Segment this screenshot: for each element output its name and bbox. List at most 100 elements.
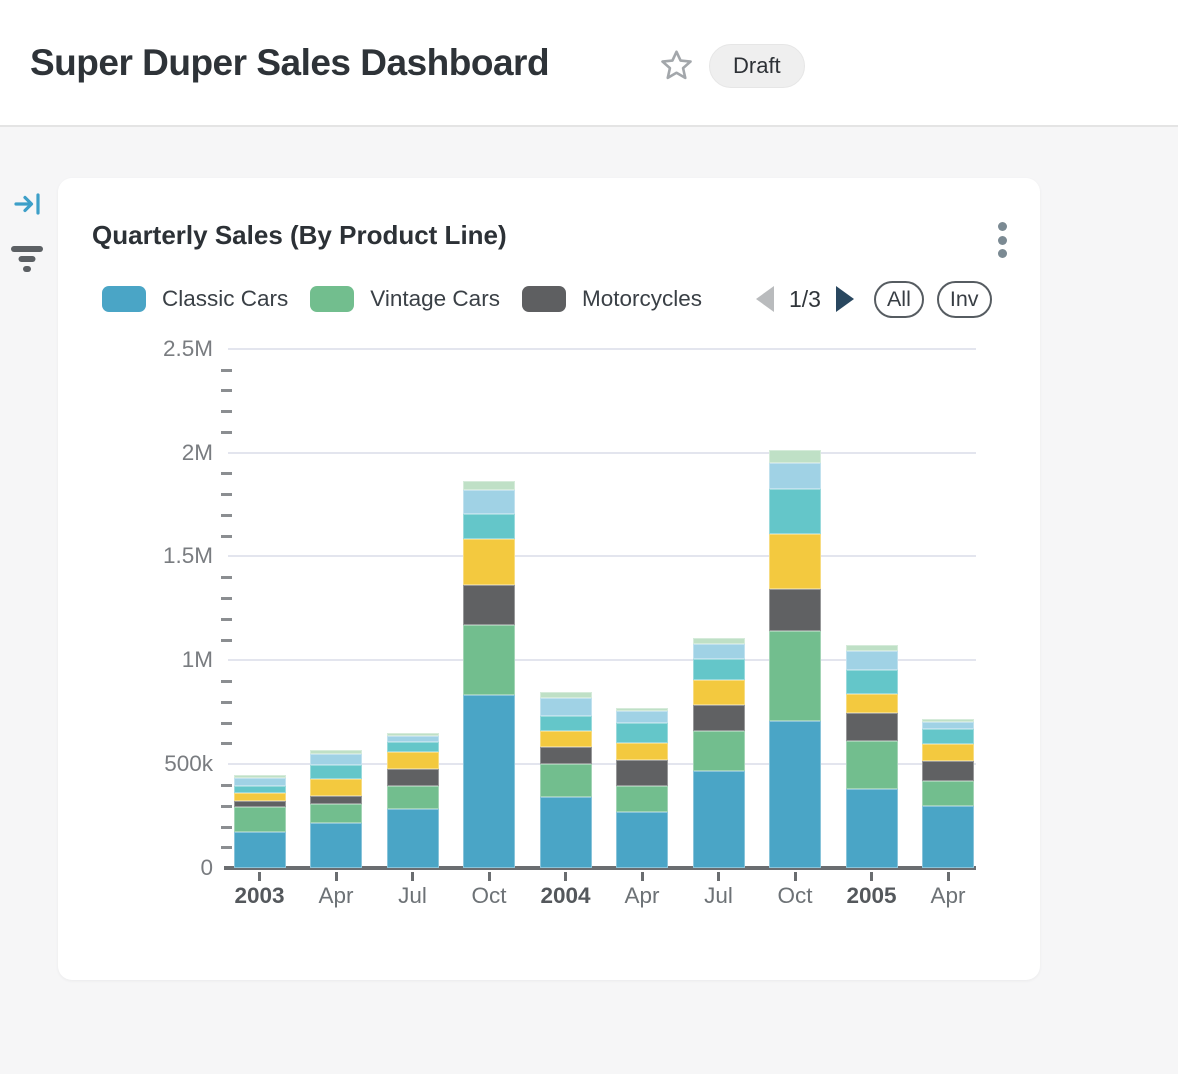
y-axis-label: 2.5M [113,335,213,363]
bar-segment-series1[interactable] [540,797,592,868]
bar-segment-series6[interactable] [693,644,745,659]
y-axis-minor-tick [221,535,232,538]
bar-segment-series2[interactable] [310,804,362,823]
bar-segment-series6[interactable] [463,490,515,514]
bar-segment-series1[interactable] [616,812,668,868]
x-axis-tick [564,872,567,881]
bar-segment-series5[interactable] [387,742,439,752]
bar-segment-series2[interactable] [616,786,668,813]
y-axis-label: 1M [113,646,213,674]
bar-segment-series1[interactable] [387,809,439,868]
y-axis-minor-tick [221,722,232,725]
bar-segment-series5[interactable] [540,716,592,731]
chart-card: Quarterly Sales (By Product Line) Classi… [58,178,1040,980]
bar-segment-series1[interactable] [769,721,821,868]
y-axis-minor-tick [221,597,232,600]
x-axis-tick [870,872,873,881]
y-axis-label: 500k [113,750,213,778]
y-axis-minor-tick [221,514,232,517]
bar-segment-series4[interactable] [310,779,362,796]
bar-segment-series2[interactable] [387,786,439,809]
bar-segment-series2[interactable] [540,764,592,797]
x-axis-tick [717,872,720,881]
bar-segment-series4[interactable] [922,744,974,761]
y-axis-minor-tick [221,472,232,475]
bar-segment-series4[interactable] [846,694,898,713]
bar-jul-2[interactable] [387,733,439,868]
bar-segment-series4[interactable] [234,793,286,802]
y-axis-minor-tick [221,742,232,745]
bar-segment-series6[interactable] [846,651,898,670]
bar-segment-series4[interactable] [387,752,439,769]
bar-segment-series5[interactable] [922,729,974,744]
bar-segment-series6[interactable] [540,698,592,716]
bar-segment-series3[interactable] [846,713,898,741]
bar-segment-series2[interactable] [693,731,745,771]
y-axis-minor-tick [221,389,232,392]
bar-segment-series3[interactable] [540,747,592,764]
bar-segment-series1[interactable] [846,789,898,868]
y-axis-minor-tick [221,369,232,372]
bar-segment-series4[interactable] [540,731,592,747]
bar-segment-series4[interactable] [616,743,668,760]
bar-segment-series1[interactable] [463,695,515,868]
y-axis-minor-tick [221,618,232,621]
y-axis-minor-tick [221,410,232,413]
bar-segment-series5[interactable] [846,670,898,694]
bar-segment-series2[interactable] [846,741,898,789]
bar-segment-series2[interactable] [234,807,286,832]
y-axis-minor-tick [221,701,232,704]
bar-segment-series3[interactable] [922,761,974,781]
bar-segment-series4[interactable] [769,534,821,588]
bar-segment-series5[interactable] [234,786,286,793]
bar-segment-series6[interactable] [616,711,668,723]
bar-apr-9[interactable] [922,719,974,868]
bar-segment-series2[interactable] [769,631,821,721]
bar-oct-3[interactable] [463,481,515,868]
bar-apr-5[interactable] [616,708,668,868]
bar-jul-6[interactable] [693,638,745,868]
bar-2004-4[interactable] [540,692,592,868]
y-axis-minor-tick [221,493,232,496]
bar-segment-series5[interactable] [616,723,668,743]
bar-segment-series3[interactable] [387,769,439,786]
bar-segment-series3[interactable] [463,585,515,626]
bar-segment-series5[interactable] [310,765,362,779]
bar-segment-series1[interactable] [310,823,362,868]
bar-apr-1[interactable] [310,750,362,868]
page-header: Super Duper Sales Dashboard Draft [0,0,1178,127]
collapse-panel-icon[interactable] [14,190,42,218]
bar-segment-series5[interactable] [463,514,515,539]
bar-segment-series3[interactable] [769,589,821,631]
bar-segment-series6[interactable] [922,722,974,729]
bar-2003-0[interactable] [234,775,286,868]
bar-segment-series3[interactable] [310,796,362,804]
y-axis-minor-tick [221,431,232,434]
bar-segment-series4[interactable] [463,539,515,585]
bar-segment-series5[interactable] [769,489,821,535]
bar-segment-series1[interactable] [922,806,974,868]
bar-segment-series4[interactable] [693,680,745,705]
bar-segment-series6[interactable] [769,463,821,489]
y-axis-minor-tick [221,805,232,808]
bar-segment-series2[interactable] [463,625,515,695]
bar-segment-series6[interactable] [234,778,286,786]
bar-segment-series7[interactable] [769,450,821,463]
bar-segment-series2[interactable] [922,781,974,806]
y-axis-minor-tick [221,846,232,849]
x-axis-label: Apr [903,883,993,909]
y-axis-label: 0 [113,854,213,882]
favorite-star-icon[interactable] [659,48,694,83]
y-axis-minor-tick [221,826,232,829]
bar-segment-series3[interactable] [616,760,668,786]
bar-segment-series5[interactable] [693,659,745,681]
bar-2005-8[interactable] [846,645,898,868]
bar-segment-series1[interactable] [693,771,745,868]
bar-segment-series3[interactable] [693,705,745,731]
y-axis-label: 2M [113,439,213,467]
bar-oct-7[interactable] [769,450,821,868]
bar-segment-series7[interactable] [463,481,515,489]
bar-segment-series6[interactable] [310,754,362,765]
bar-segment-series1[interactable] [234,832,286,868]
filter-icon[interactable] [11,246,43,272]
